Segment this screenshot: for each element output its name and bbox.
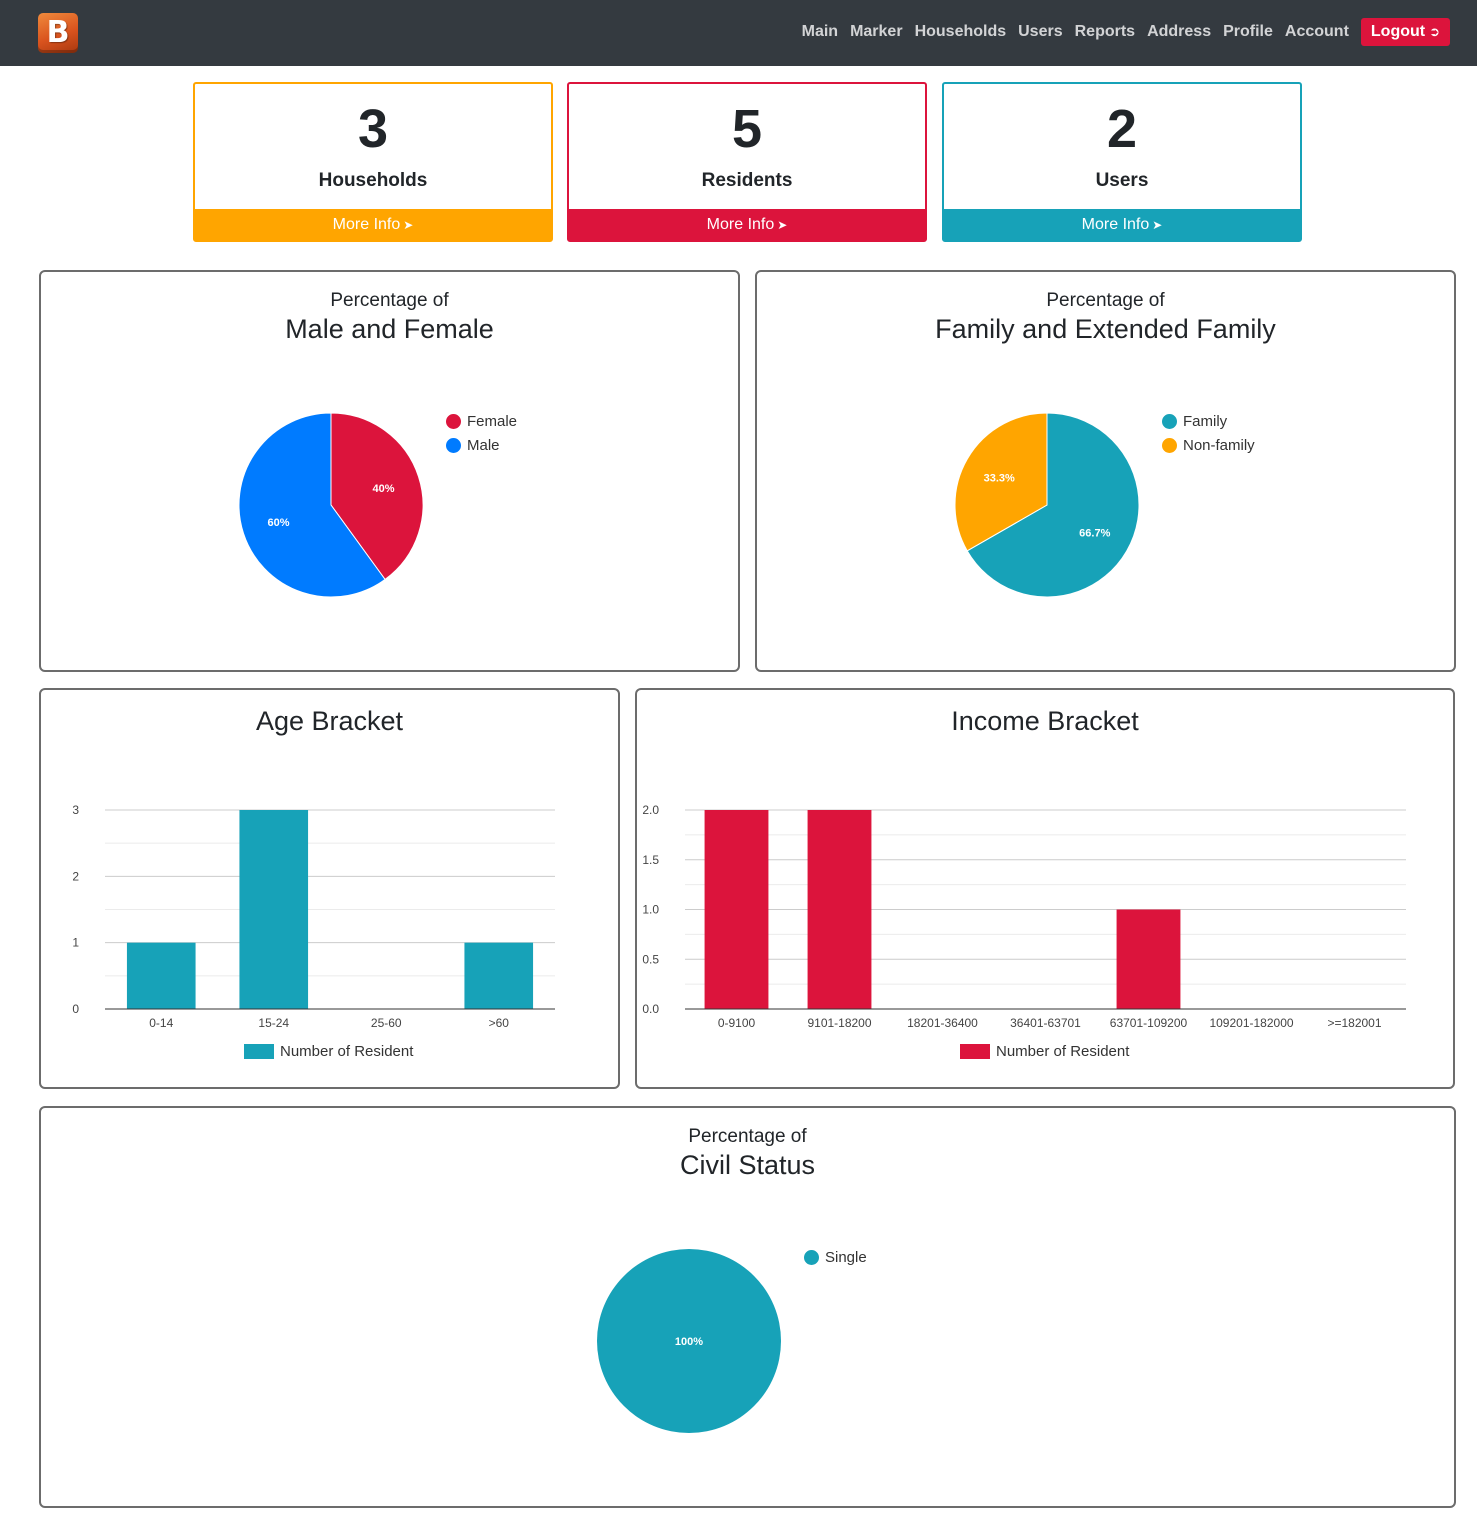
bar-0-14[interactable] [126,942,196,1009]
x-tick-label: 25-60 [371,1016,402,1030]
gender-pie-chart: 40% 60% [238,412,424,598]
households-label: Households [318,170,428,191]
nav-link-reports[interactable]: Reports [1075,23,1135,41]
age-legend[interactable]: Number of Resident [244,1043,413,1060]
legend-item-family[interactable]: Family [1162,409,1255,433]
pie-value-label: 60% [267,517,289,529]
residents-card: 5 Residents More Info ➤ [567,82,927,242]
more-info-label: More Info [1081,216,1150,233]
households-count: 3 [357,99,389,159]
legend-label: Male [467,436,500,454]
bar-15-24[interactable] [239,810,309,1009]
x-tick-label: 9101-18200 [807,1016,871,1030]
nav-link-households[interactable]: Households [915,23,1007,41]
navbar: B Main Marker Households Users Reports A… [0,0,1477,66]
income-legend[interactable]: Number of Resident [960,1043,1129,1060]
nav-link-users[interactable]: Users [1018,23,1062,41]
x-tick-label: >60 [489,1016,510,1030]
nav-links: Main Marker Households Users Reports Add… [790,17,1450,47]
sign-in-icon: ➤ [1152,218,1163,232]
legend-item-single[interactable]: Single [804,1245,867,1269]
gender-chart-panel: Percentage of Male and Female 40% 60% Fem… [39,270,740,672]
income-chart-panel: Income Bracket 0.0 0.5 1.0 1.5 2.0 0-9100 9101… [635,688,1455,1089]
x-tick-label: 0-9100 [718,1016,756,1030]
more-info-label: More Info [332,216,401,233]
nav-link-marker[interactable]: Marker [850,23,902,41]
y-tick-label: 1.0 [642,903,659,917]
x-tick-label: >=182001 [1327,1016,1381,1030]
bar-63701-109200[interactable] [1116,909,1181,1010]
legend-swatch [244,1044,274,1059]
legend-label: Family [1183,412,1228,430]
x-tick-label: 0-14 [149,1016,173,1030]
legend-item-non-family[interactable]: Non-family [1162,433,1255,457]
legend-swatch [446,437,461,453]
users-more-info-button[interactable]: More Info ➤ [944,209,1300,240]
gender-legend: Female Male [446,409,517,457]
nav-link-address[interactable]: Address [1147,23,1211,41]
residents-count: 5 [731,99,763,159]
legend-swatch [804,1249,819,1265]
family-pie-chart: 66.7% 33.3% [954,412,1140,598]
bar-0-9100[interactable] [704,810,769,1009]
y-tick-label: 1.5 [642,853,659,867]
sign-in-icon: ➤ [777,218,788,232]
age-bar-chart: 0 1 2 3 0-14 15-24 25-60 >60 [72,803,555,1030]
x-tick-label: 15-24 [258,1016,289,1030]
households-card: 3 Households More Info ➤ [193,82,553,242]
users-label: Users [1095,170,1149,191]
legend-swatch [1162,437,1177,453]
x-tick-label: 18201-36400 [907,1016,978,1030]
income-bar-chart: 0.0 0.5 1.0 1.5 2.0 0-9100 9101-18200 18201-364… [642,803,1406,1030]
y-tick-label: 3 [72,803,79,817]
family-legend: Family Non-family [1162,409,1255,457]
bar-9101-18200[interactable] [807,810,872,1009]
family-chart-panel: Percentage of Family and Extended Family… [755,270,1456,672]
y-tick-label: 2 [72,869,79,883]
legend-label: Number of Resident [996,1043,1130,1060]
legend-swatch [960,1044,990,1059]
bar-60[interactable] [464,942,534,1009]
brand-logo-letter: B [46,15,70,50]
pie-value-label: 40% [372,483,394,495]
logout-label: Logout [1370,23,1426,40]
legend-swatch [446,413,461,429]
sign-in-icon: ➤ [403,218,414,232]
y-tick-label: 2.0 [642,803,659,817]
legend-label: Single [825,1248,867,1266]
y-tick-label: 0.5 [642,952,659,966]
users-count: 2 [1106,99,1138,159]
x-tick-label: 63701-109200 [1110,1016,1188,1030]
legend-item-female[interactable]: Female [446,409,517,433]
y-tick-label: 0 [72,1002,79,1016]
users-card: 2 Users More Info ➤ [942,82,1302,242]
x-tick-label: 36401-63701 [1010,1016,1081,1030]
legend-swatch [1162,413,1177,429]
logout-button[interactable]: Logout ➲ [1360,18,1450,46]
nav-link-account[interactable]: Account [1285,23,1349,41]
y-tick-label: 0.0 [642,1002,659,1016]
pie-value-label: 33.3% [984,472,1015,484]
sign-out-icon: ➲ [1429,24,1440,39]
x-tick-label: 109201-182000 [1209,1016,1293,1030]
nav-link-profile[interactable]: Profile [1223,23,1273,41]
nav-link-main[interactable]: Main [802,23,838,41]
legend-label: Non-family [1183,436,1255,454]
pie-value-label: 66.7% [1079,528,1110,540]
brand-logo[interactable]: B [38,13,78,53]
legend-label: Number of Resident [280,1043,414,1060]
civil-status-legend: Single [804,1245,867,1269]
age-chart-panel: Age Bracket 0 1 2 3 0-14 15-24 25-60 >60 Number… [39,688,620,1089]
residents-label: Residents [701,170,793,191]
residents-more-info-button[interactable]: More Info ➤ [569,209,925,240]
more-info-label: More Info [706,216,775,233]
y-tick-label: 1 [72,936,79,950]
civil-status-chart-panel: Percentage of Civil Status 100% Single [39,1106,1456,1508]
legend-label: Female [467,412,518,430]
legend-item-male[interactable]: Male [446,433,517,457]
pie-value-label: 100% [675,1336,703,1348]
households-more-info-button[interactable]: More Info ➤ [195,209,551,240]
civil-status-pie-chart: 100% [597,1249,781,1433]
